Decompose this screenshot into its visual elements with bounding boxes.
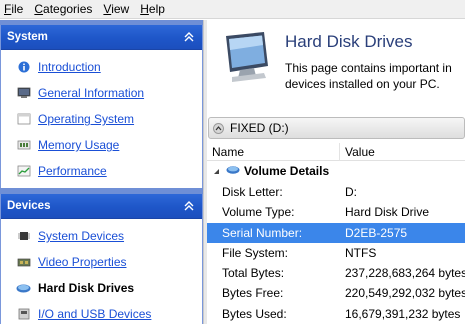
row-key: Bytes Used: bbox=[222, 306, 287, 321]
table-row[interactable]: Bytes Used: 16,679,391,232 bytes bbox=[207, 304, 465, 324]
table-row-selected[interactable]: Serial Number: D2EB-2575 bbox=[207, 222, 465, 243]
row-key: Volume Type: bbox=[222, 205, 295, 220]
row-value: D2EB-2575 bbox=[345, 225, 408, 240]
sidebar-item-label: Video Properties bbox=[38, 255, 127, 269]
drive-label: FIXED (D:) bbox=[230, 121, 289, 135]
menu-view[interactable]: View bbox=[99, 0, 136, 19]
row-value: NTFS bbox=[345, 245, 377, 260]
sidebar-item-general-information[interactable]: General Information bbox=[1, 80, 202, 106]
sidebar-item-label: General Information bbox=[38, 86, 145, 100]
sidebar-item-label: Operating System bbox=[38, 112, 135, 126]
chart-icon bbox=[16, 165, 31, 178]
sidebar: System Introduction General Information bbox=[0, 20, 203, 324]
system-section-header[interactable]: System bbox=[1, 25, 202, 50]
sidebar-item-label: Memory Usage bbox=[38, 138, 120, 152]
sidebar-item-io-usb-devices[interactable]: I/O and USB Devices bbox=[1, 301, 202, 327]
system-section: System Introduction General Information bbox=[0, 25, 203, 188]
row-key: Serial Number: bbox=[222, 225, 303, 240]
menu-bar: File Categories View Help bbox=[0, 0, 465, 19]
computer-icon bbox=[16, 87, 31, 100]
collapse-chevron-icon[interactable] bbox=[182, 30, 196, 44]
sidebar-item-label: I/O and USB Devices bbox=[38, 307, 152, 321]
row-value: D: bbox=[345, 185, 357, 199]
table-row[interactable]: Total Bytes: 237,228,683,264 bytes bbox=[207, 263, 465, 283]
table-row[interactable]: Volume Type: Hard Disk Drive bbox=[207, 202, 465, 222]
volume-details-group[interactable]: Volume Details bbox=[207, 162, 465, 180]
details-list: Disk Letter: D: Volume Type: Hard Disk D… bbox=[207, 182, 465, 324]
menu-help[interactable]: Help bbox=[136, 0, 172, 19]
collapse-chevron-icon[interactable] bbox=[213, 122, 224, 134]
row-key: Disk Letter: bbox=[222, 185, 283, 199]
row-key: Bytes Free: bbox=[222, 286, 284, 301]
menu-categories[interactable]: Categories bbox=[30, 0, 99, 19]
main-panel: Hard Disk Drives This page contains impo… bbox=[207, 20, 465, 324]
row-value: Hard Disk Drive bbox=[345, 205, 430, 220]
table-row[interactable]: File System: NTFS bbox=[207, 243, 465, 263]
sidebar-item-video-properties[interactable]: Video Properties bbox=[1, 249, 202, 275]
column-header: Name Value bbox=[207, 143, 465, 161]
sidebar-item-label: Hard Disk Drives bbox=[38, 281, 135, 295]
sidebar-item-operating-system[interactable]: Operating System bbox=[1, 106, 202, 132]
menu-file[interactable]: File bbox=[0, 0, 30, 19]
column-name-header[interactable]: Name bbox=[212, 145, 244, 159]
row-key: File System: bbox=[222, 245, 289, 260]
sidebar-item-label: Performance bbox=[38, 164, 107, 178]
sidebar-item-performance[interactable]: Performance bbox=[1, 158, 202, 184]
devices-section: Devices System Devices Video Properties bbox=[0, 194, 203, 324]
monitor-icon bbox=[218, 30, 278, 86]
row-key: Total Bytes: bbox=[222, 266, 285, 281]
expand-triangle-icon[interactable] bbox=[213, 164, 220, 178]
sidebar-item-label: Introduction bbox=[38, 60, 101, 74]
page-title: Hard Disk Drives bbox=[285, 32, 413, 51]
collapse-chevron-icon[interactable] bbox=[182, 199, 196, 213]
group-title: Volume Details bbox=[244, 164, 330, 178]
video-card-icon bbox=[16, 256, 31, 269]
page-description: This page contains important in devices … bbox=[285, 61, 452, 91]
window-icon bbox=[16, 113, 31, 126]
drive-group-header[interactable]: FIXED (D:) bbox=[208, 117, 465, 139]
info-icon bbox=[16, 61, 31, 74]
row-value: 220,549,292,032 bytes bbox=[345, 286, 465, 301]
devices-section-title: Devices bbox=[7, 200, 51, 212]
sidebar-item-label: System Devices bbox=[38, 229, 125, 243]
row-value: 237,228,683,264 bytes bbox=[345, 266, 465, 281]
usb-icon bbox=[16, 308, 31, 321]
table-row[interactable]: Disk Letter: D: bbox=[207, 182, 465, 202]
disk-icon bbox=[16, 282, 31, 295]
sidebar-item-system-devices[interactable]: System Devices bbox=[1, 223, 202, 249]
devices-section-header[interactable]: Devices bbox=[1, 194, 202, 219]
row-value: 16,679,391,232 bytes bbox=[345, 306, 461, 321]
column-value-header[interactable]: Value bbox=[345, 145, 375, 159]
disk-icon bbox=[226, 164, 240, 178]
sidebar-item-memory-usage[interactable]: Memory Usage bbox=[1, 132, 202, 158]
sidebar-item-hard-disk-drives[interactable]: Hard Disk Drives bbox=[1, 275, 202, 301]
chip-icon bbox=[16, 230, 31, 243]
memory-icon bbox=[16, 139, 31, 152]
sidebar-item-introduction[interactable]: Introduction bbox=[1, 54, 202, 80]
table-row[interactable]: Bytes Free: 220,549,292,032 bytes bbox=[207, 283, 465, 303]
column-divider[interactable] bbox=[339, 143, 340, 161]
system-section-title: System bbox=[7, 31, 48, 43]
